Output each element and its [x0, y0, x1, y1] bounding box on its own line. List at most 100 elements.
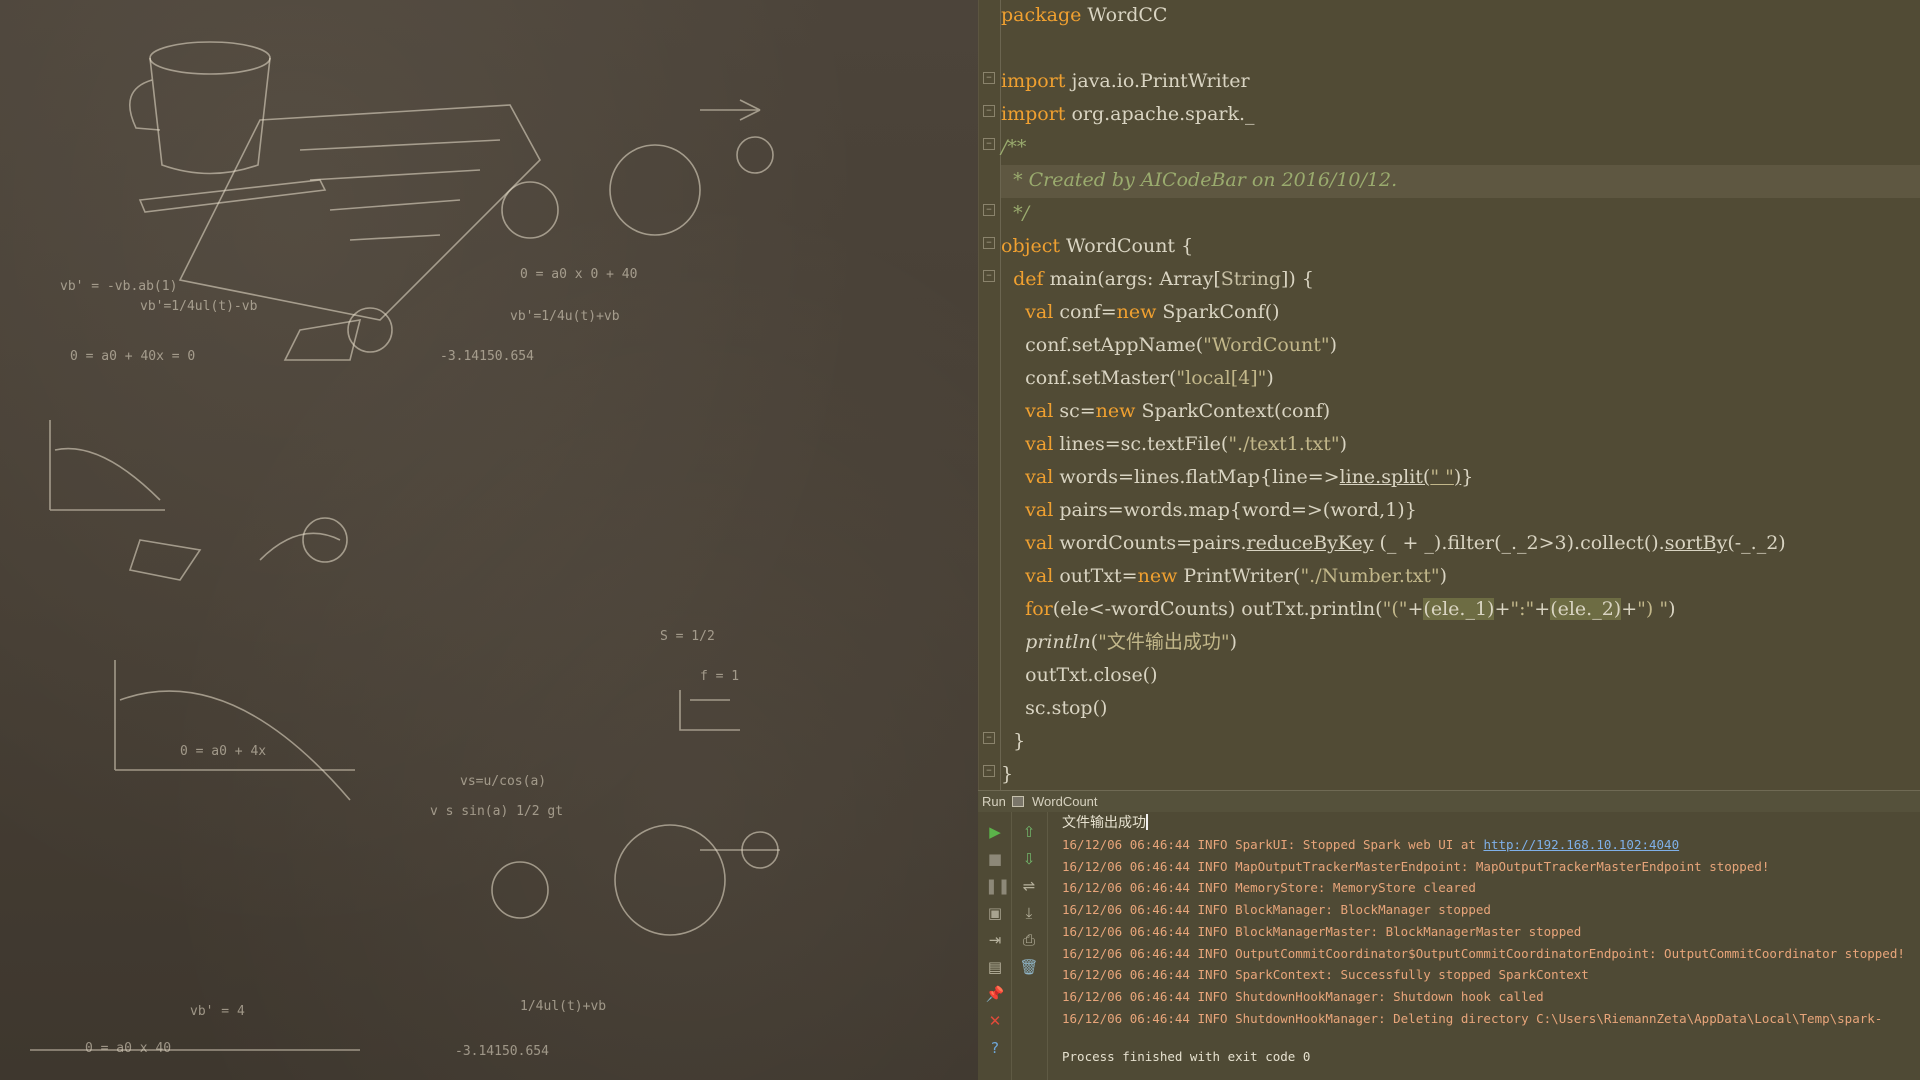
print-icon[interactable]: ⎙ [1019, 930, 1039, 950]
code-token: /** [1001, 136, 1027, 158]
code-line[interactable]: outTxt.close() [1001, 660, 1920, 693]
exit-icon[interactable]: ⇥ [985, 930, 1005, 950]
code-token: new [1095, 400, 1136, 422]
code-token: val [1025, 565, 1054, 587]
fold-marker[interactable]: − [983, 765, 995, 777]
svg-text:0 = a0 x 40: 0 = a0 x 40 [85, 1041, 171, 1056]
console-output[interactable]: 文件输出成功 16/12/06 06:46:44 INFO SparkUI: S… [1062, 812, 1920, 1080]
code-token: pairs=words.map{word=>(word,1)} [1053, 499, 1417, 521]
code-line[interactable]: object WordCount { [1001, 231, 1920, 264]
up-arrow-icon[interactable]: ⇧ [1019, 822, 1039, 842]
code-token: } [1001, 763, 1014, 785]
code-token: reduceByKey [1246, 532, 1374, 554]
fold-marker[interactable]: − [983, 237, 995, 249]
code-line[interactable]: */ [1001, 198, 1920, 231]
code-line[interactable]: val pairs=words.map{word=>(word,1)} [1001, 495, 1920, 528]
code-token: ]) { [1281, 268, 1314, 290]
code-line[interactable]: import java.io.PrintWriter [1001, 66, 1920, 99]
layout-icon[interactable]: ▤ [985, 957, 1005, 977]
fold-marker[interactable]: − [983, 138, 995, 150]
help-icon[interactable]: ? [985, 1038, 1005, 1058]
clear-icon[interactable]: 🗑 [1019, 957, 1039, 977]
fold-marker[interactable]: − [983, 270, 995, 282]
code-token: (-_._2) [1727, 532, 1786, 554]
stop-icon[interactable]: ■ [985, 849, 1005, 869]
code-line[interactable]: conf.setMaster("local[4]") [1001, 363, 1920, 396]
code-token: "local[4]" [1176, 367, 1267, 389]
code-line[interactable]: import org.apache.spark._ [1001, 99, 1920, 132]
code-token: import [1001, 70, 1066, 92]
run-toolbar-right: ⇧ ⇩ ⇌ ⤓ ⎙ 🗑 [1012, 812, 1048, 1080]
desktop-wallpaper: vb' = -vb.ab(1) vb'=1/4ul(t)-vb 0 = a0 +… [0, 0, 978, 1080]
code-line[interactable]: val outTxt=new PrintWriter("./Number.txt… [1001, 561, 1920, 594]
code-line[interactable]: /** [1001, 132, 1920, 165]
code-editor[interactable]: − − − − − − − − package WordCC import jav… [978, 0, 1920, 790]
console-output-line: 文件输出成功 [1062, 812, 1148, 834]
pause-icon[interactable]: ❚❚ [985, 876, 1010, 896]
fold-marker[interactable]: − [983, 72, 995, 84]
code-line[interactable]: val sc=new SparkContext(conf) [1001, 396, 1920, 429]
code-token: SparkContext(conf) [1135, 400, 1331, 422]
code-line[interactable]: def main(args: Array[String]) { [1001, 264, 1920, 297]
code-line[interactable] [1001, 33, 1920, 66]
code-token: ) [1668, 598, 1676, 620]
pin-icon[interactable]: 📌 [985, 984, 1005, 1004]
code-line[interactable]: } [1001, 759, 1920, 790]
code-token: conf= [1053, 301, 1117, 323]
program-output-text: 文件输出成功 [1062, 815, 1146, 831]
fold-marker[interactable]: − [983, 732, 995, 744]
fold-marker[interactable]: − [983, 204, 995, 216]
code-token: + [1494, 598, 1511, 620]
scroll-to-end-icon[interactable]: ⤓ [1019, 903, 1039, 923]
code-token: outTxt= [1053, 565, 1138, 587]
run-label: Run [982, 794, 1006, 809]
code-line[interactable]: val words=lines.flatMap{line=>line.split… [1001, 462, 1920, 495]
dump-threads-icon[interactable]: ▣ [985, 903, 1005, 923]
svg-text:0 = a0 + 40x = 0: 0 = a0 + 40x = 0 [70, 349, 195, 364]
code-line[interactable]: conf.setAppName("WordCount") [1001, 330, 1920, 363]
code-token: SparkConf() [1156, 301, 1280, 323]
code-line[interactable]: sc.stop() [1001, 693, 1920, 726]
code-line[interactable]: for(ele<-wordCounts) outTxt.println("("+… [1001, 594, 1920, 627]
run-icon[interactable]: ▶ [985, 822, 1005, 842]
code-token: words=lines.flatMap{line=> [1053, 466, 1340, 488]
soft-wrap-icon[interactable]: ⇌ [1019, 876, 1039, 896]
code-line[interactable]: val lines=sc.textFile("./text1.txt") [1001, 429, 1920, 462]
svg-text:0 = a0 + 4x: 0 = a0 + 4x [180, 744, 266, 759]
code-line[interactable]: val conf=new SparkConf() [1001, 297, 1920, 330]
svg-text:v s sin(a) 1/2 gt: v s sin(a) 1/2 gt [430, 804, 563, 819]
code-token: */ [1001, 202, 1029, 224]
code-token: } [1461, 466, 1474, 488]
close-icon[interactable]: ✕ [985, 1011, 1005, 1031]
fold-marker[interactable]: − [983, 105, 995, 117]
code-line[interactable]: } [1001, 726, 1920, 759]
code-token: import [1001, 103, 1066, 125]
code-line[interactable]: package WordCC [1001, 0, 1920, 33]
log-text: 16/12/06 06:46:44 INFO MapOutputTrackerM… [1062, 858, 1770, 874]
code-token: new [1137, 565, 1178, 587]
run-tab-wordcount[interactable]: WordCount [1032, 794, 1098, 809]
code-area[interactable]: package WordCC import java.io.PrintWriter… [1001, 0, 1920, 790]
code-token: ( [1090, 631, 1099, 653]
run-panel-header: Run WordCount [978, 790, 1920, 812]
code-token: + [1407, 598, 1424, 620]
code-token: line.split( [1339, 466, 1431, 488]
code-token: ) [1439, 565, 1448, 587]
svg-text:-3.14150.654: -3.14150.654 [455, 1044, 549, 1059]
down-arrow-icon[interactable]: ⇩ [1019, 849, 1039, 869]
code-line[interactable]: println("文件输出成功") [1001, 627, 1920, 660]
code-line[interactable]: * Created by AICodeBar on 2016/10/12. [1001, 165, 1920, 198]
code-token: object [1001, 235, 1061, 257]
code-token: + [1534, 598, 1551, 620]
code-token: "WordCount" [1203, 334, 1330, 356]
spark-ui-link[interactable]: http://192.168.10.102:4040 [1483, 837, 1679, 852]
code-line[interactable]: val wordCounts=pairs.reduceByKey (_ + _)… [1001, 528, 1920, 561]
code-token: lines=sc.textFile( [1053, 433, 1229, 455]
code-token: org.apache.spark._ [1065, 103, 1255, 125]
svg-text:vb'=1/4ul(t)-vb: vb'=1/4ul(t)-vb [140, 299, 258, 314]
